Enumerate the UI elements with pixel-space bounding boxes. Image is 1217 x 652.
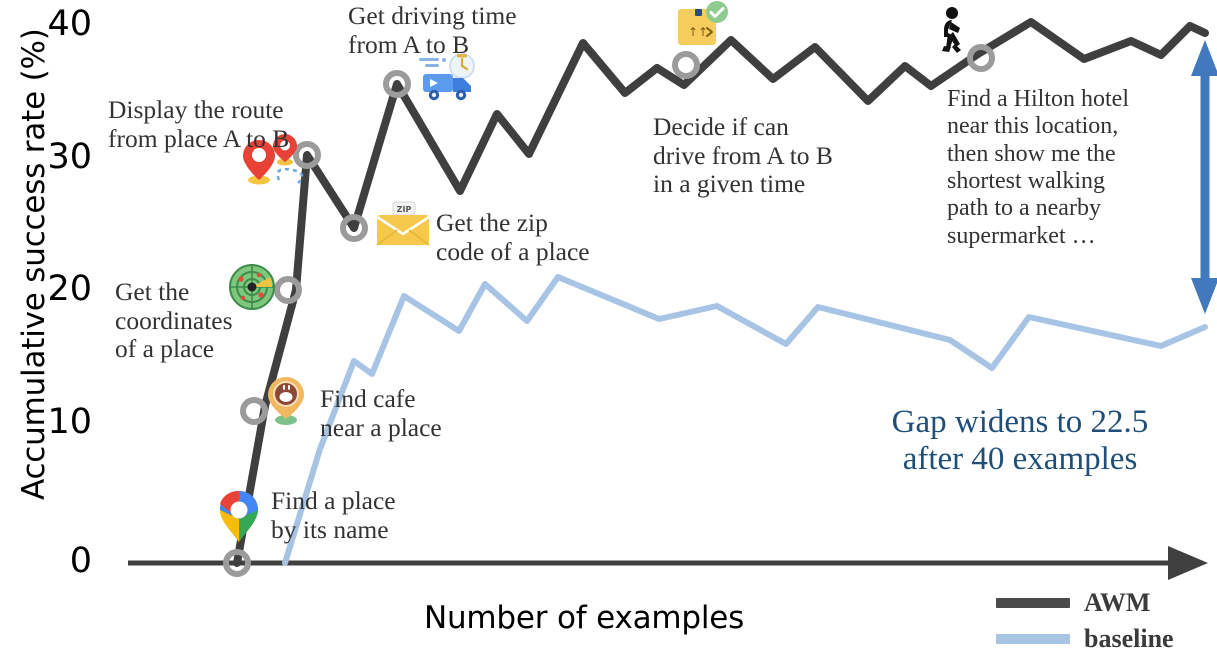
package-check-icon: ↑↑ [674, 1, 730, 56]
gap-arrow [1191, 40, 1217, 314]
annotation-get-zip-code: Get the zip code of a place [436, 208, 590, 266]
legend-item-awm: AWM [996, 588, 1150, 618]
legend-label-awm: AWM [1084, 588, 1151, 617]
svg-text:ZIP: ZIP [397, 205, 412, 214]
annotation-decide-drive-time: Decide if can drive from A to B in a giv… [653, 112, 833, 199]
walking-person-icon [936, 6, 970, 63]
x-axis-title: Number of examples [424, 600, 745, 636]
delivery-truck-icon [413, 52, 479, 109]
legend-swatch-awm [996, 598, 1070, 608]
zip-envelope-icon: ZIP [375, 201, 431, 252]
annotation-find-place-by-name: Find a place by its name [271, 486, 396, 544]
legend-label-baseline: baseline [1084, 624, 1174, 652]
radar-target-icon [228, 263, 276, 316]
annotation-find-hilton-hotel: Find a Hilton hotel near this location, … [947, 86, 1129, 249]
annotation-find-cafe: Find cafe near a place [320, 384, 442, 442]
gap-widens-note: Gap widens to 22.5 after 40 examples [891, 404, 1149, 477]
legend-swatch-baseline [996, 634, 1070, 644]
y-tick-10: 10 [47, 402, 92, 442]
cafe-pin-icon [265, 375, 307, 432]
annotation-get-driving-time: Get driving time from A to B [348, 1, 517, 59]
legend-item-baseline: baseline [996, 624, 1174, 652]
chart-figure: Accumulative success rate (%) Number of … [0, 0, 1217, 652]
y-tick-0: 0 [69, 541, 92, 581]
svg-text:↑↑: ↑↑ [688, 25, 708, 39]
y-tick-20: 20 [47, 269, 92, 309]
annotation-display-route: Display the route from place A to B [108, 95, 290, 153]
google-maps-pin-icon [216, 487, 262, 550]
annotation-get-coordinates: Get the coordinates of a place [115, 277, 233, 364]
y-tick-40: 40 [47, 4, 92, 44]
y-tick-30: 30 [47, 137, 92, 177]
